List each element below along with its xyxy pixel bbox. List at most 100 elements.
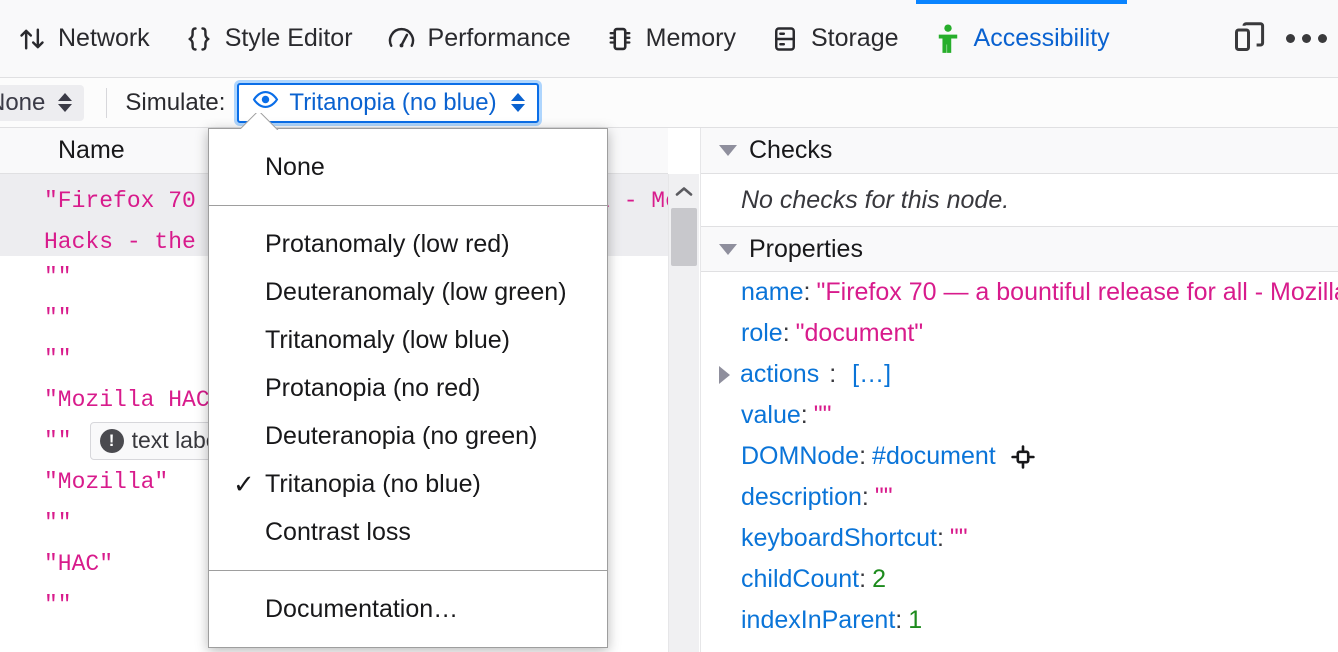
memory-chip-icon: [605, 24, 635, 54]
chevron-down-icon: [719, 145, 737, 156]
properties-section-header[interactable]: Properties: [701, 226, 1338, 272]
chevron-up-icon[interactable]: [669, 174, 699, 208]
menu-group-simulations: Protanomaly (low red) Deuteranomaly (low…: [209, 205, 607, 570]
property-value: 2: [872, 565, 886, 593]
property-row-indexinparent[interactable]: indexInParent : 1: [701, 600, 1338, 641]
property-key: role: [741, 319, 783, 347]
checks-empty-message: No checks for this node.: [741, 185, 1010, 214]
property-key: value: [741, 401, 801, 429]
devtools-tab-list: Network Style Editor Performance Memory …: [0, 0, 1127, 77]
property-value: "": [813, 401, 832, 429]
menu-item-label: Protanomaly (low red): [265, 229, 510, 258]
property-row-actions[interactable]: actions : […]: [701, 354, 1338, 395]
menu-item-label: Protanopia (no red): [265, 373, 481, 402]
tree-column-header-name: Name: [58, 136, 125, 164]
menu-item-label: Documentation…: [265, 594, 459, 623]
property-key: childCount: [741, 565, 860, 593]
database-icon: [770, 24, 800, 54]
tab-network-label: Network: [58, 24, 150, 52]
property-value: […]: [852, 360, 892, 388]
tab-network[interactable]: Network: [0, 0, 167, 77]
property-value: 1: [908, 606, 923, 634]
details-pane: Checks No checks for this node. Properti…: [700, 128, 1338, 652]
property-colon: :: [782, 319, 790, 347]
devtools-accessibility-panel: Network Style Editor Performance Memory …: [0, 0, 1338, 652]
property-row-value[interactable]: value : "": [701, 395, 1338, 436]
property-row-childcount[interactable]: childCount : 2: [701, 559, 1338, 600]
property-row-domnode[interactable]: DOMNode : #document: [701, 436, 1338, 477]
tree-row-name: "": [44, 263, 72, 290]
menu-item-none[interactable]: None: [209, 143, 607, 191]
property-row-description[interactable]: description : "": [701, 477, 1338, 518]
checks-section-header[interactable]: Checks: [701, 128, 1338, 174]
property-row-role[interactable]: role : "document": [701, 313, 1338, 354]
property-row-name[interactable]: name : "Firefox 70 — a bountiful release…: [701, 272, 1338, 313]
property-key: actions: [740, 360, 820, 388]
property-key: description: [741, 483, 862, 511]
property-colon: :: [861, 483, 869, 511]
menu-group-none: None: [209, 129, 607, 205]
tree-row-name: "": [44, 427, 72, 454]
tab-memory[interactable]: Memory: [588, 0, 753, 77]
simulate-value: Tritanopia (no blue): [289, 88, 497, 116]
tab-accessibility-label: Accessibility: [973, 24, 1110, 52]
property-key: indexInParent: [741, 606, 896, 634]
menu-item-protanopia[interactable]: Protanopia (no red): [209, 364, 607, 412]
chevron-down-icon: [719, 243, 737, 255]
menu-item-label: Deuteranomaly (low green): [265, 277, 567, 306]
property-key: name: [741, 278, 804, 306]
accessibility-person-icon: [933, 23, 963, 54]
chevron-updown-icon-simulate: [510, 93, 525, 112]
more-tools-button[interactable]: [1280, 13, 1332, 65]
menu-item-label: Deuteranopia (no green): [265, 421, 538, 450]
chevron-right-icon[interactable]: [719, 365, 730, 384]
tab-style-editor[interactable]: Style Editor: [167, 0, 370, 77]
property-colon: :: [895, 606, 903, 634]
property-value: "": [874, 483, 893, 511]
chevron-updown-icon: [58, 93, 73, 112]
menu-pointer-caret: [241, 113, 279, 130]
tab-storage[interactable]: Storage: [753, 0, 916, 77]
menu-item-documentation[interactable]: Documentation…: [209, 585, 607, 633]
tree-row-name: "": [44, 591, 72, 618]
property-value[interactable]: #document: [872, 442, 996, 471]
menu-item-tritanopia[interactable]: ✓ Tritanopia (no blue): [209, 460, 607, 508]
checks-section-title: Checks: [749, 136, 833, 164]
menu-item-deuteranopia[interactable]: Deuteranopia (no green): [209, 412, 607, 460]
responsive-design-mode-icon: [1232, 18, 1268, 59]
tab-performance[interactable]: Performance: [370, 0, 588, 77]
contrast-filter-select[interactable]: None: [0, 84, 85, 121]
tab-style-editor-label: Style Editor: [224, 24, 353, 52]
menu-item-tritanomaly[interactable]: Tritanomaly (low blue): [209, 316, 607, 364]
braces-icon: [184, 24, 214, 54]
tree-row-name: "": [44, 509, 72, 536]
menu-item-contrast-loss[interactable]: Contrast loss: [209, 508, 607, 556]
gauge-icon: [387, 24, 417, 54]
menu-check-icon: ✓: [233, 469, 255, 499]
tab-storage-label: Storage: [810, 24, 899, 52]
simulate-select[interactable]: Tritanopia (no blue): [237, 82, 539, 123]
tree-row-name: "HAC": [44, 550, 114, 577]
toolbar-actions: [1224, 0, 1338, 77]
network-arrows-icon: [17, 24, 47, 54]
scrollbar-thumb[interactable]: [671, 208, 697, 266]
property-colon: :: [936, 524, 944, 552]
responsive-design-mode-button[interactable]: [1224, 13, 1276, 65]
devtools-toolbar: Network Style Editor Performance Memory …: [0, 0, 1338, 78]
menu-group-docs: Documentation…: [209, 570, 607, 647]
property-colon: :: [859, 565, 867, 593]
tab-memory-label: Memory: [645, 24, 736, 52]
menu-item-protanomaly[interactable]: Protanomaly (low red): [209, 220, 607, 268]
menu-item-label: None: [265, 152, 325, 181]
meatball-menu-icon: [1285, 34, 1327, 43]
property-row-keyboardshortcut[interactable]: keyboardShortcut : "": [701, 518, 1338, 559]
menu-item-deuteranomaly[interactable]: Deuteranomaly (low green): [209, 268, 607, 316]
property-colon: :: [859, 442, 867, 470]
property-key: DOMNode: [741, 442, 860, 470]
select-node-icon[interactable]: [1010, 444, 1036, 470]
tab-accessibility[interactable]: Accessibility: [915, 0, 1127, 77]
tree-vertical-scrollbar[interactable]: [668, 174, 699, 652]
accessibility-subtoolbar: None Simulate: Tritanopia (no blue): [0, 78, 1338, 128]
menu-item-label: Tritanopia (no blue): [265, 469, 481, 498]
